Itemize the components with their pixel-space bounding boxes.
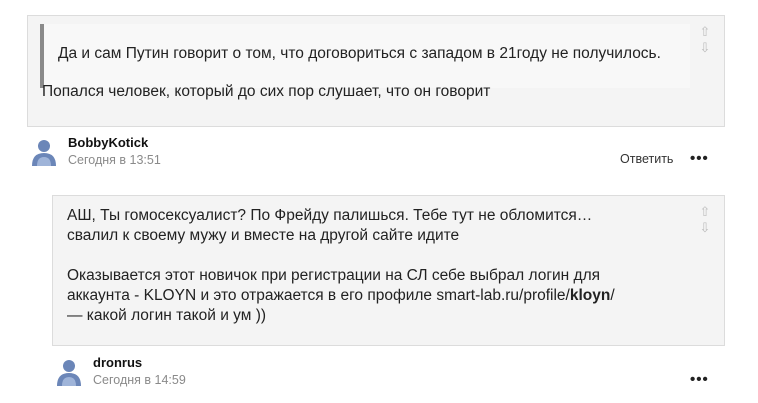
timestamp[interactable]: Сегодня в 14:59 (93, 373, 186, 387)
comment-line: АШ, Ты гомосексуалист? По Фрейду палишьс… (67, 207, 593, 224)
username[interactable]: dronrus (93, 355, 142, 370)
more-options-icon[interactable]: ••• (690, 371, 709, 388)
quote-block: Да и сам Путин говорит о том, что догово… (40, 24, 690, 88)
vote-controls: ⇧ ⇩ (694, 204, 716, 236)
username[interactable]: BobbyKotick (68, 135, 148, 150)
comment-text: Попался человек, который до сих пор слуш… (42, 83, 491, 100)
vote-up-icon[interactable]: ⇧ (694, 24, 716, 40)
comment-line: Оказывается этот новичок при регистрации… (67, 267, 601, 284)
comment-line: свалил к своему мужу и вместе на другой … (67, 227, 460, 244)
comment-body: АШ, Ты гомосексуалист? По Фрейду палишьс… (67, 206, 687, 326)
quote-text: Да и сам Путин говорит о том, что догово… (58, 45, 661, 62)
vote-down-icon[interactable]: ⇩ (694, 220, 716, 236)
timestamp[interactable]: Сегодня в 13:51 (68, 153, 161, 167)
comment-text: аккаунта - KLOYN и это отражается в его … (67, 287, 570, 304)
comment-box: АШ, Ты гомосексуалист? По Фрейду палишьс… (52, 195, 725, 346)
comment-text: / (610, 287, 615, 304)
vote-controls: ⇧ ⇩ (694, 24, 716, 56)
vote-up-icon[interactable]: ⇧ (694, 204, 716, 220)
comment-line: аккаунта - KLOYN и это отражается в его … (67, 286, 687, 306)
more-options-icon[interactable]: ••• (690, 150, 709, 167)
comment-box: Да и сам Путин говорит о том, что догово… (27, 15, 725, 127)
reply-button[interactable]: Ответить (620, 152, 673, 166)
avatar-icon[interactable] (32, 138, 56, 166)
profile-login: kloyn (569, 287, 611, 304)
vote-down-icon[interactable]: ⇩ (694, 40, 716, 56)
avatar-icon[interactable] (57, 358, 81, 386)
comment-line: — какой логин такой и ум )) (67, 307, 267, 324)
